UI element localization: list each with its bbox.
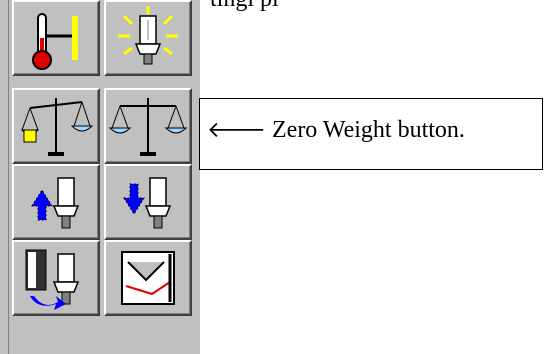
- calibrate-button[interactable]: [104, 240, 192, 316]
- lamp-down-button[interactable]: [104, 164, 192, 240]
- temperature-button[interactable]: [12, 0, 100, 76]
- lamp-light-button[interactable]: [104, 0, 192, 76]
- zero-weight-button[interactable]: [104, 88, 192, 164]
- callout-label: Zero Weight button.: [272, 117, 465, 143]
- lamp-light-icon: [118, 6, 178, 65]
- callout-text: 🡐 Zero Weight button.: [207, 117, 465, 144]
- lamp-exit-icon: [25, 249, 80, 310]
- temperature-icon: [32, 13, 78, 70]
- lamp-up-icon: [31, 177, 80, 229]
- zero-weight-icon: [108, 98, 188, 156]
- left-arrow-icon: 🡐: [207, 118, 266, 143]
- scale-weight-button[interactable]: [12, 88, 100, 164]
- lamp-down-icon: [123, 177, 172, 229]
- toolbar-edge: [0, 0, 9, 354]
- calibrate-icon: [121, 251, 175, 305]
- toolbar: [0, 0, 200, 354]
- zero-weight-callout: 🡐 Zero Weight button.: [199, 98, 543, 170]
- top-text-fragment: tingl pl: [210, 0, 279, 13]
- lamp-exit-button[interactable]: [12, 240, 100, 316]
- lamp-up-button[interactable]: [12, 164, 100, 240]
- scale-weight-icon: [20, 98, 94, 156]
